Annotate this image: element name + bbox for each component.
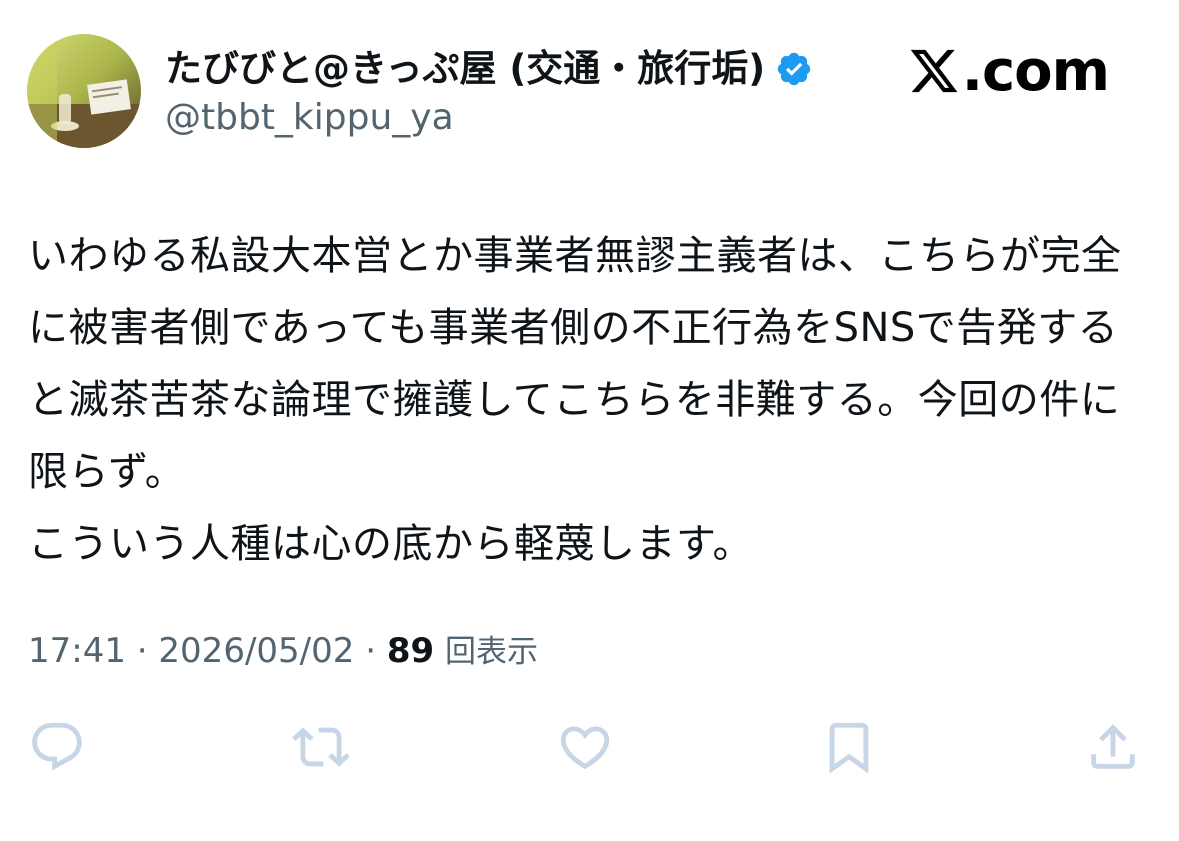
- author-display-name[interactable]: たびびと@きっぷ屋 (交通・旅行垢): [165, 44, 765, 94]
- meta-separator: ·: [365, 631, 377, 671]
- verified-badge-icon: [778, 52, 811, 86]
- avatar[interactable]: [27, 34, 141, 148]
- author-handle[interactable]: @tbbt_kippu_ya: [165, 95, 454, 141]
- bookmark-icon: [829, 722, 869, 774]
- bookmark-button[interactable]: [814, 712, 884, 782]
- brand-text: .com: [961, 38, 1110, 104]
- like-icon: [560, 726, 610, 770]
- reply-icon: [32, 722, 82, 771]
- avatar-image: [27, 34, 141, 148]
- tweet-text: いわゆる私設大本営とか事業者無謬主義者は、こちらが完全に被害者側であっても事業者…: [28, 233, 1122, 567]
- tweet-time[interactable]: 17:41: [28, 631, 126, 671]
- x-com-brand: .com: [908, 36, 1110, 106]
- share-icon: [1091, 724, 1135, 769]
- action-bar: [0, 712, 1179, 782]
- share-button[interactable]: [1078, 712, 1148, 782]
- x-logo-icon: [910, 49, 958, 93]
- author-display-name-row[interactable]: たびびと@きっぷ屋 (交通・旅行垢): [165, 44, 813, 94]
- reply-button[interactable]: [22, 712, 92, 782]
- repost-button[interactable]: [286, 712, 356, 782]
- like-button[interactable]: [550, 712, 620, 782]
- repost-icon: [292, 727, 350, 767]
- views-count: 89: [386, 631, 435, 671]
- tweet-date[interactable]: 2026/05/02: [158, 631, 354, 671]
- meta-separator: ·: [136, 631, 148, 671]
- tweet-meta: 17:41 · 2026/05/02 · 89 回表示: [28, 626, 538, 677]
- views-label: 回表示: [444, 634, 538, 670]
